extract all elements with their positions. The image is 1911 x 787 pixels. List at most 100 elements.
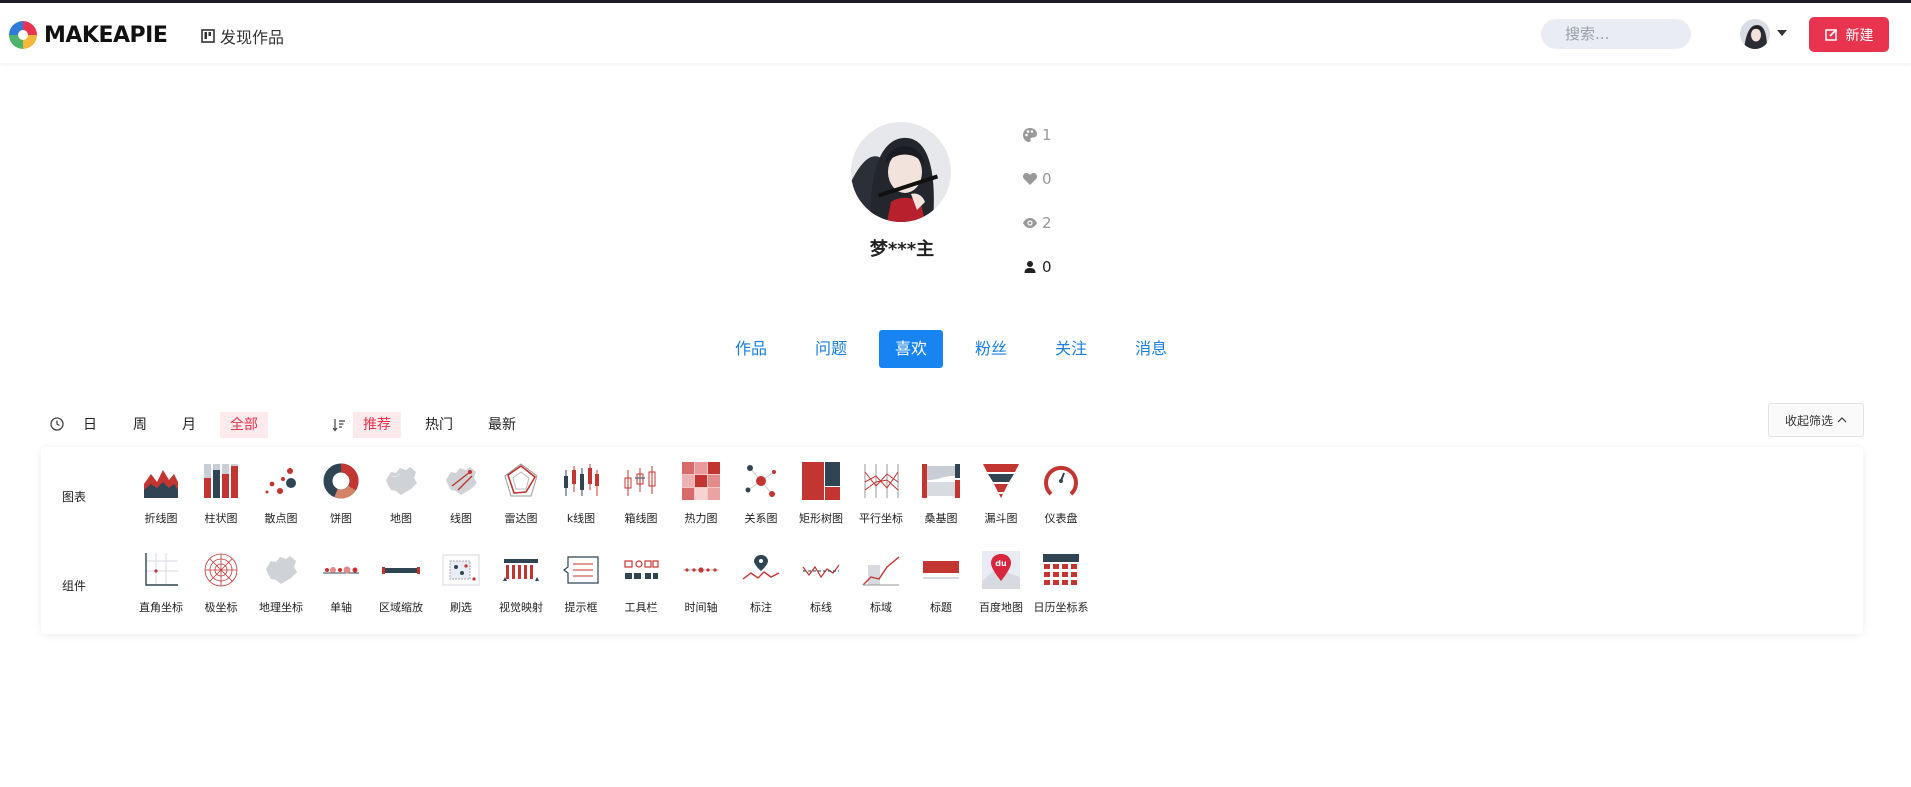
- user-avatar[interactable]: [1740, 19, 1770, 49]
- component-markpoint[interactable]: 标注: [731, 551, 791, 615]
- collapse-filter-button[interactable]: 收起筛选: [1768, 403, 1864, 437]
- sort-icon: [332, 419, 345, 432]
- new-button-label: 新建: [1845, 27, 1874, 44]
- radar-chart-icon: [504, 463, 538, 497]
- treemap-icon: [802, 462, 840, 500]
- chart-type-map[interactable]: 地图: [371, 462, 431, 526]
- sort-latest[interactable]: 最新: [478, 412, 526, 438]
- profile-tabs: 作品 问题 喜欢 粉丝 关注 消息: [719, 330, 1199, 368]
- chart-type-funnel[interactable]: 漏斗图: [971, 462, 1031, 526]
- chart-type-label: 仪表盘: [1044, 512, 1078, 525]
- tab-likes[interactable]: 喜欢: [879, 330, 944, 368]
- category-panel: 图表 折线图 柱状图 散点图 饼图 地图 线图 雷达图 k线图 箱线图 热力图 …: [41, 447, 1863, 634]
- chart-type-label: 地图: [390, 512, 412, 525]
- component-label: 极坐标: [204, 601, 238, 614]
- stat-followers-value: 0: [1042, 258, 1052, 276]
- component-label: 日历坐标系: [1033, 601, 1089, 614]
- brand-name: MAKEAPIE: [44, 22, 168, 48]
- chart-type-treemap[interactable]: 矩形树图: [791, 462, 851, 526]
- components-row: 直角坐标 极坐标 地理坐标 单轴 区域缩放 刷选 视觉映射 提示框 工具栏 时间…: [131, 551, 1091, 615]
- component-label: 标题: [930, 601, 952, 614]
- stat-likes: 0: [1022, 170, 1052, 188]
- tab-messages[interactable]: 消息: [1119, 330, 1183, 368]
- chart-type-graph[interactable]: 关系图: [731, 462, 791, 526]
- tab-following[interactable]: 关注: [1039, 330, 1103, 368]
- component-markline[interactable]: 标线: [791, 551, 851, 615]
- component-calendar[interactable]: 日历坐标系: [1031, 551, 1091, 615]
- component-markarea[interactable]: 标域: [851, 551, 911, 615]
- chart-type-label: 折线图: [144, 512, 178, 525]
- component-label: 直角坐标: [139, 601, 183, 614]
- sort-hot[interactable]: 热门: [415, 412, 463, 438]
- filter-time-month[interactable]: 月: [172, 412, 206, 438]
- pie-chart-icon: [323, 463, 359, 499]
- chart-type-label: 桑基图: [924, 512, 958, 525]
- chart-type-heatmap[interactable]: 热力图: [671, 462, 731, 526]
- component-datazoom[interactable]: 区域缩放: [371, 551, 431, 615]
- filter-time-all[interactable]: 全部: [220, 412, 268, 438]
- chart-type-parallel[interactable]: 平行坐标: [851, 462, 911, 526]
- brand-logo[interactable]: MAKEAPIE: [7, 19, 168, 51]
- chart-type-line[interactable]: 折线图: [131, 462, 191, 526]
- board-icon: [201, 29, 215, 43]
- datazoom-icon: [382, 567, 420, 574]
- visualmap-icon: [503, 559, 539, 581]
- funnel-icon: [983, 464, 1019, 498]
- navbar: MAKEAPIE 发现作品 新建: [0, 3, 1911, 63]
- baidu-badge-text: du: [995, 559, 1007, 568]
- chart-type-sankey[interactable]: 桑基图: [911, 462, 971, 526]
- component-timeline[interactable]: 时间轴: [671, 551, 731, 615]
- stat-views-value: 2: [1042, 214, 1052, 232]
- chart-type-bar[interactable]: 柱状图: [191, 462, 251, 526]
- search-input[interactable]: [1541, 19, 1691, 49]
- chart-type-radar[interactable]: 雷达图: [491, 462, 551, 526]
- chart-type-scatter[interactable]: 散点图: [251, 462, 311, 526]
- component-label: 标注: [750, 601, 772, 614]
- timeline-icon: [683, 567, 719, 573]
- heart-icon: [1022, 171, 1038, 187]
- tooltip-icon: [563, 556, 599, 584]
- chart-type-lines[interactable]: 线图: [431, 462, 491, 526]
- chart-type-candlestick[interactable]: k线图: [551, 462, 611, 526]
- chevron-down-icon[interactable]: [1777, 30, 1787, 36]
- calendar-icon: [1043, 554, 1079, 585]
- tab-works[interactable]: 作品: [719, 330, 783, 368]
- component-tooltip[interactable]: 提示框: [551, 551, 611, 615]
- markpoint-icon: [742, 555, 780, 580]
- component-title[interactable]: 标题: [911, 551, 971, 615]
- user-icon: [1022, 259, 1038, 275]
- chart-type-pie[interactable]: 饼图: [311, 462, 371, 526]
- component-label: 标域: [870, 601, 892, 614]
- filter-time-day[interactable]: 日: [73, 412, 107, 438]
- chart-type-gauge[interactable]: 仪表盘: [1031, 462, 1091, 526]
- chart-type-boxplot[interactable]: 箱线图: [611, 462, 671, 526]
- filter-time-week[interactable]: 周: [123, 412, 157, 438]
- profile-avatar: [851, 122, 951, 222]
- filter-bar: 日 周 月 全部 推荐 热门 最新: [0, 410, 1911, 440]
- component-polar[interactable]: 极坐标: [191, 551, 251, 615]
- component-baidu-map[interactable]: du 百度地图: [971, 551, 1031, 615]
- component-label: 区域缩放: [379, 601, 423, 614]
- stat-likes-value: 0: [1042, 170, 1052, 188]
- sort-recommended[interactable]: 推荐: [353, 412, 401, 438]
- component-single-axis[interactable]: 单轴: [311, 551, 371, 615]
- new-button[interactable]: 新建: [1809, 17, 1889, 52]
- heatmap-icon: [682, 462, 720, 500]
- lines-map-icon: [446, 467, 477, 495]
- chart-type-label: 线图: [450, 512, 472, 525]
- stat-works-value: 1: [1042, 126, 1052, 144]
- component-cartesian[interactable]: 直角坐标: [131, 551, 191, 615]
- component-geo[interactable]: 地理坐标: [251, 551, 311, 615]
- component-brush[interactable]: 刷选: [431, 551, 491, 615]
- tab-fans[interactable]: 粉丝: [959, 330, 1023, 368]
- edit-icon: [1824, 28, 1837, 41]
- discover-link[interactable]: 发现作品: [201, 24, 284, 48]
- chart-type-label: 散点图: [264, 512, 298, 525]
- map-icon: [386, 467, 417, 495]
- boxplot-icon: [624, 466, 656, 496]
- component-visualmap[interactable]: 视觉映射: [491, 551, 551, 615]
- component-toolbox[interactable]: 工具栏: [611, 551, 671, 615]
- tab-questions[interactable]: 问题: [799, 330, 863, 368]
- graph-icon: [745, 465, 776, 497]
- brush-icon: [442, 554, 480, 586]
